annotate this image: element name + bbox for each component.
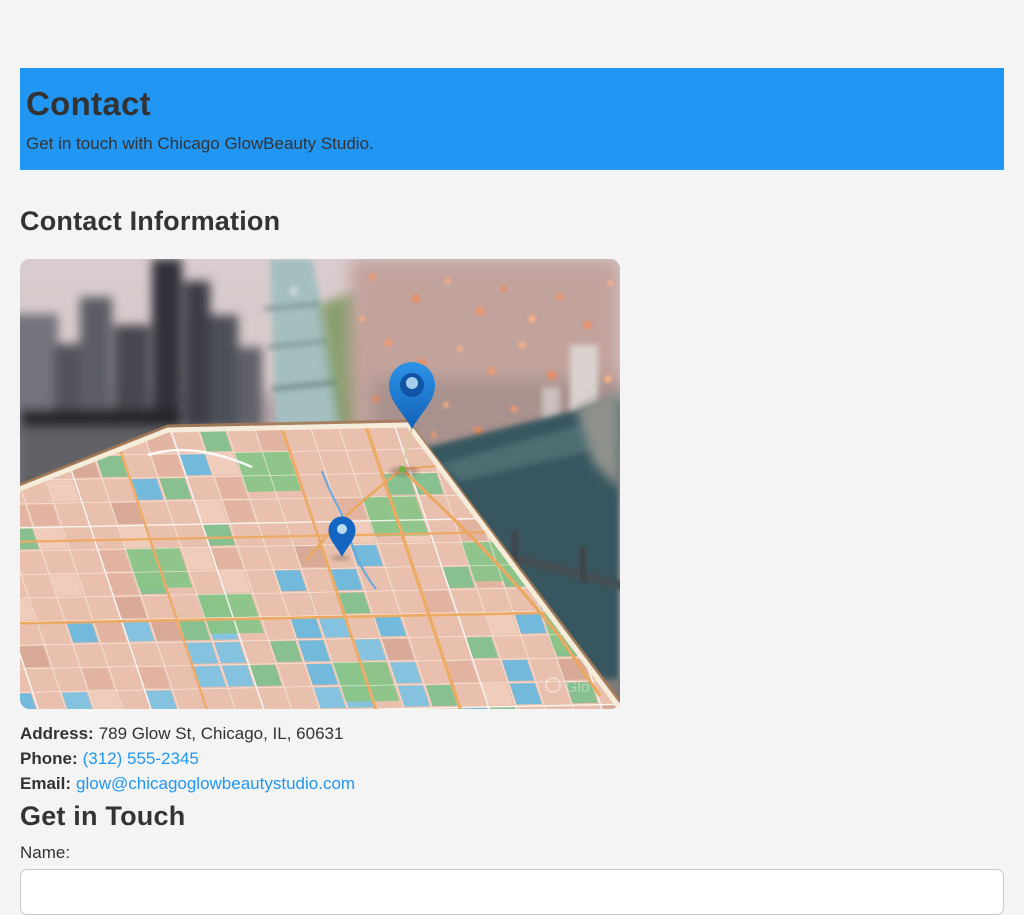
name-label: Name: bbox=[20, 840, 1004, 865]
contact-info-heading: Contact Information bbox=[20, 206, 1004, 237]
address-value: 789 Glow St, Chicago, IL, 60631 bbox=[99, 724, 344, 743]
map-illustration: Glo bbox=[20, 259, 620, 709]
chicago-map-image: Glo bbox=[20, 259, 620, 709]
get-in-touch-heading: Get in Touch bbox=[20, 801, 1004, 832]
email-link[interactable]: glow@chicagoglowbeautystudio.com bbox=[76, 774, 355, 793]
contact-page: Contact Get in touch with Chicago GlowBe… bbox=[0, 0, 1024, 915]
svg-text:Glo: Glo bbox=[565, 679, 590, 696]
address-label: Address: bbox=[20, 724, 94, 743]
phone-link[interactable]: (312) 555-2345 bbox=[83, 749, 199, 768]
phone-label: Phone: bbox=[20, 749, 78, 768]
email-label: Email: bbox=[20, 774, 71, 793]
page-subtitle: Get in touch with Chicago GlowBeauty Stu… bbox=[26, 134, 998, 154]
page-title: Contact bbox=[26, 86, 998, 122]
contact-details: Address:789 Glow St, Chicago, IL, 60631 … bbox=[20, 721, 1004, 796]
hero-banner: Contact Get in touch with Chicago GlowBe… bbox=[20, 68, 1004, 170]
phone-line: Phone: (312) 555-2345 bbox=[20, 746, 1004, 771]
name-input[interactable] bbox=[20, 869, 1004, 915]
address-line: Address: 789 Glow St, Chicago, IL, 60631 bbox=[20, 721, 1004, 746]
email-line: Email: glow@chicagoglowbeautystudio.com bbox=[20, 771, 1004, 796]
